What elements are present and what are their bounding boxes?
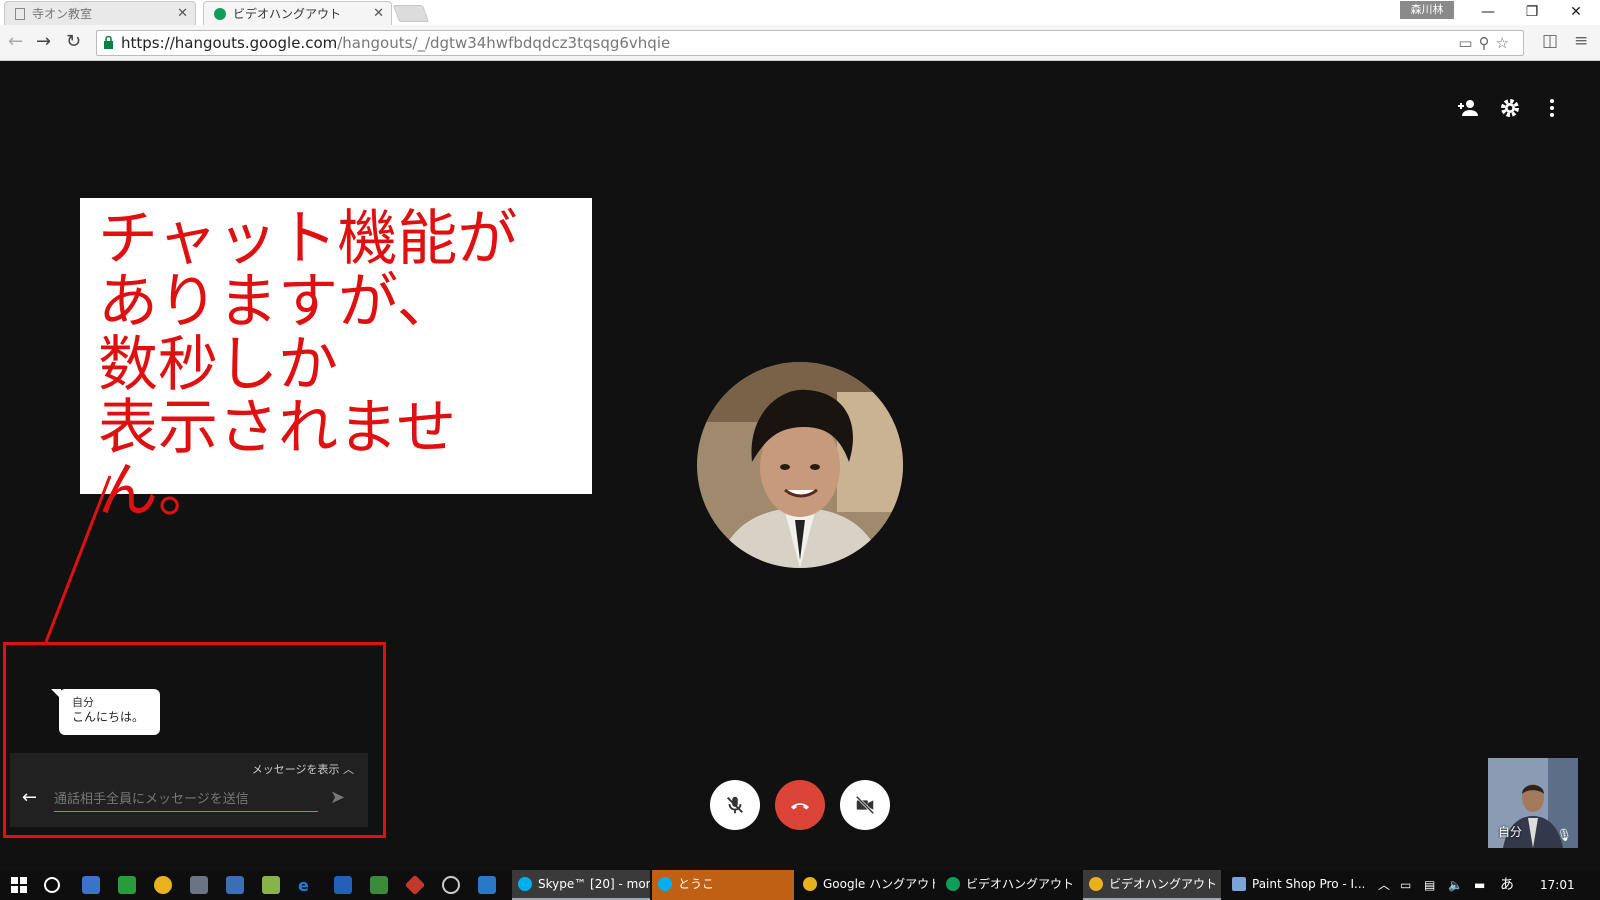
task-label: とうこ — [678, 877, 715, 891]
task-label: Paint Shop Pro - I... — [1252, 877, 1364, 891]
chrome-icon — [1089, 877, 1103, 891]
bubble-text: こんにちは。 — [72, 710, 145, 724]
url-path: /hangouts/_/dgtw34hwfbdqdcz3tqsqg6vhqie — [337, 34, 671, 52]
tab-label: ビデオハングアウト — [233, 7, 342, 21]
close-icon[interactable]: ✕ — [177, 6, 188, 21]
network-icon[interactable]: ▤ — [1424, 870, 1435, 900]
chat-bubble: 自分 こんにちは。 — [51, 689, 160, 735]
tab-label: 寺オン教室 — [32, 7, 93, 21]
app-icon-7[interactable] — [404, 874, 426, 896]
close-icon[interactable]: ✕ — [373, 6, 384, 21]
app-icon-2[interactable] — [118, 876, 136, 894]
action-center-icon[interactable]: ▬ — [1474, 870, 1485, 900]
self-view-thumbnail[interactable]: 自分 🎙 — [1488, 758, 1578, 848]
toggle-camera-button[interactable] — [840, 780, 890, 830]
url-host: https://hangouts.google.com — [121, 34, 338, 52]
windows-taskbar: e Skype™ [20] - mori... とうこ Google ハングアウ… — [0, 870, 1600, 900]
taskbar-paint-shop-pro[interactable]: Paint Shop Pro - I... — [1226, 870, 1364, 900]
chevron-up-icon: ︿ — [343, 763, 354, 776]
battery-icon[interactable]: ▭ — [1400, 870, 1411, 900]
paint-shop-pro-icon — [1232, 877, 1246, 891]
show-messages-toggle[interactable]: メッセージを表示 ︿ — [252, 761, 354, 777]
show-messages-label: メッセージを表示 — [251, 763, 340, 776]
mute-mic-button[interactable] — [710, 780, 760, 830]
tab-video-hangout[interactable]: ビデオハングアウト ✕ — [203, 1, 392, 25]
taskbar-video-hangout-1[interactable]: ビデオハングアウト - G... — [940, 870, 1078, 900]
taskbar-google-hangouts[interactable]: Google ハングアウト... — [797, 870, 935, 900]
settings-gear-icon[interactable] — [1498, 96, 1522, 126]
hangouts-icon — [214, 7, 226, 20]
rss-icon[interactable]: ◫ — [1542, 31, 1558, 51]
windows-start-icon[interactable] — [10, 876, 28, 894]
send-icon[interactable]: ➤ — [330, 787, 345, 808]
add-person-icon[interactable] — [1456, 96, 1480, 126]
taskbar-touko[interactable]: とうこ — [652, 870, 794, 900]
file-explorer-icon[interactable] — [226, 876, 244, 894]
chat-panel: メッセージを表示 ︿ ← 通話相手全員にメッセージを送信 ➤ — [10, 753, 368, 827]
task-label: ビデオハングアウト - G... — [966, 877, 1078, 891]
chrome-icon[interactable] — [154, 876, 172, 894]
hang-up-button[interactable] — [775, 780, 825, 830]
address-bar[interactable]: https://hangouts.google.com/hangouts/_/d… — [96, 30, 1524, 56]
skype-icon — [658, 877, 672, 891]
tab-terao-class[interactable]: 寺オン教室 ✕ — [4, 1, 196, 25]
app-icon-6[interactable] — [370, 876, 388, 894]
volume-icon[interactable]: 🔈 — [1448, 870, 1463, 900]
taskbar-video-hangout-2[interactable]: ビデオハングアウト - G... — [1083, 870, 1221, 900]
app-icon-4[interactable] — [262, 876, 280, 894]
close-window-icon[interactable]: ✕ — [1556, 0, 1596, 24]
skype-icon — [518, 877, 532, 891]
browser-tab-bar: 寺オン教室 ✕ ビデオハングアウト ✕ 森川林 — ❐ ✕ — [0, 0, 1600, 25]
hangouts-icon — [946, 877, 960, 891]
task-label: ビデオハングアウト - G... — [1109, 877, 1221, 891]
mic-off-icon — [727, 796, 743, 814]
new-tab-button[interactable] — [392, 5, 430, 22]
chat-highlight-box: 自分 こんにちは。 メッセージを表示 ︿ ← 通話相手全員にメッセージを送信 ➤ — [3, 642, 386, 838]
ime-indicator[interactable]: あ — [1500, 870, 1514, 900]
edge-icon[interactable]: e — [298, 876, 316, 895]
participant-avatar — [697, 362, 903, 568]
chat-message-input[interactable]: 通話相手全員にメッセージを送信 — [54, 789, 318, 812]
annotation-pointer-line — [44, 475, 112, 643]
omnibox-icons[interactable]: ▭⚲☆ — [1458, 31, 1515, 55]
chrome-icon — [803, 877, 817, 891]
cortana-icon[interactable] — [44, 877, 60, 893]
browser-toolbar: ← → ↻ https://hangouts.google.com/hangou… — [0, 25, 1600, 61]
app-icon-5[interactable] — [334, 876, 352, 894]
taskbar-skype[interactable]: Skype™ [20] - mori... — [512, 870, 650, 900]
back-arrow-icon[interactable]: ← — [22, 787, 37, 808]
profile-badge[interactable]: 森川林 — [1400, 1, 1454, 19]
more-vert-icon[interactable] — [1540, 96, 1564, 126]
self-view-label: 自分 — [1498, 825, 1523, 839]
bubble-sender: 自分 — [72, 696, 94, 709]
app-icon-8[interactable] — [442, 876, 460, 894]
video-off-icon — [855, 795, 875, 815]
restore-icon[interactable]: ❐ — [1512, 0, 1552, 24]
tray-chevron-icon[interactable]: ︿ — [1378, 870, 1390, 900]
menu-icon[interactable]: ≡ — [1574, 31, 1588, 51]
phone-hangup-icon — [791, 803, 809, 810]
app-icon-1[interactable] — [82, 876, 100, 894]
task-label: Google ハングアウト... — [823, 877, 935, 891]
page-icon — [15, 7, 25, 20]
reload-icon[interactable]: ↻ — [66, 31, 81, 52]
minimize-icon[interactable]: — — [1468, 0, 1508, 24]
app-icon-3[interactable] — [190, 876, 208, 894]
hangout-stage: チャット機能が ありますが、 数秒しか 表示されません。 自分 こんにちは。 メ… — [0, 62, 1600, 870]
lock-icon — [104, 36, 113, 49]
mic-off-small-icon: 🎙 — [1556, 828, 1572, 842]
task-label: Skype™ [20] - mori... — [538, 877, 650, 891]
back-icon[interactable]: ← — [8, 31, 23, 52]
clock[interactable]: 17:01 — [1540, 870, 1575, 900]
forward-icon[interactable]: → — [36, 31, 51, 52]
app-icon-9[interactable] — [478, 876, 496, 894]
